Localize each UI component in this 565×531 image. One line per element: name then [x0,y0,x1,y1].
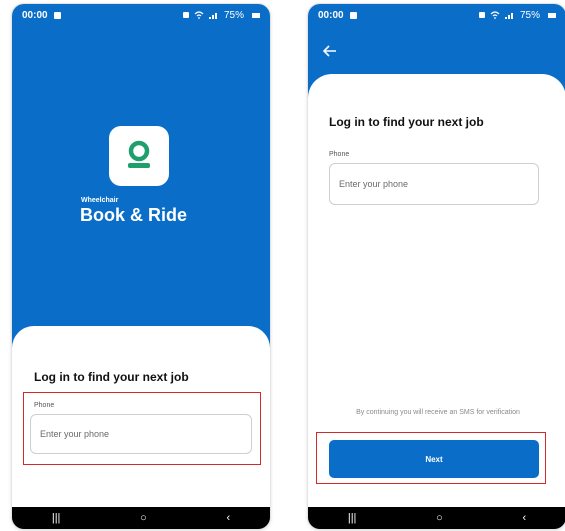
brand-name: Book & Ride [80,205,188,225]
android-nav-bar: ||| ○ ‹ [308,507,565,529]
battery-icon [548,12,556,18]
status-time: 00:00 [22,9,48,21]
signal-icon [208,13,217,19]
back-arrow-icon[interactable] [323,45,337,57]
recents-button[interactable]: ||| [348,512,357,524]
sms-verification-note: By continuing you will receive an SMS fo… [356,409,520,416]
annotation-highlight-next-button [316,432,546,484]
phone-input[interactable] [329,163,539,205]
android-nav-bar: ||| ○ ‹ [12,507,270,529]
battery-percent: 75% [519,9,540,21]
status-bar: 00:00 75% [308,4,565,26]
signal-icon [504,13,513,19]
wifi-icon [490,11,500,19]
back-button[interactable]: ‹ [226,512,230,524]
annotation-highlight-phone-field [23,392,261,465]
app-logo-icon [109,126,169,186]
home-button[interactable]: ○ [436,512,443,524]
brand-tagline: Wheelchair [81,197,119,204]
recents-button[interactable]: ||| [52,512,61,524]
wifi-icon [194,11,204,19]
status-time: 00:00 [318,9,344,21]
battery-percent: 75% [223,9,244,21]
back-button[interactable]: ‹ [522,512,526,524]
notification-icon [53,11,61,19]
home-button[interactable]: ○ [140,512,147,524]
battery-icon [252,12,260,18]
status-bar: 00:00 75% [12,4,270,26]
phone-label: Phone [329,151,350,158]
alarm-icon [478,12,485,18]
notification-icon [349,11,357,19]
login-title: Log in to find your next job [34,370,189,384]
login-title: Log in to find your next job [329,115,484,129]
alarm-icon [182,12,189,18]
